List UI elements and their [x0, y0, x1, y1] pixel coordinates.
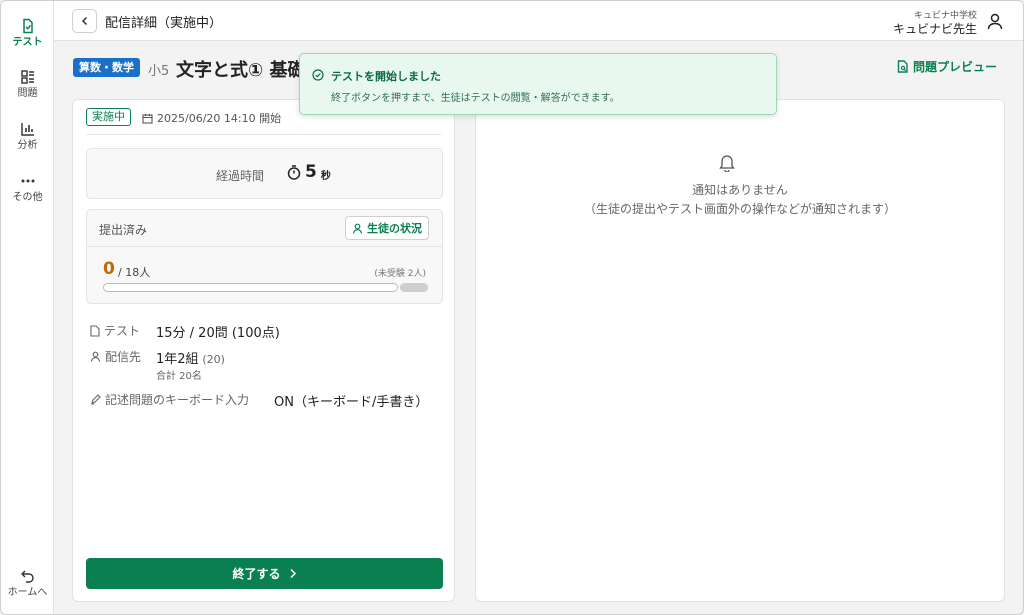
test-detail-panel: 実施中 2025/06/20 14:10 開始 経過時間 5 秒 提出済み 生徒…	[72, 99, 455, 602]
elapsed-value: 5 秒	[287, 162, 331, 182]
destination-values: 1年2組 (20) 合計 20名	[156, 348, 225, 382]
sidebar-item-label: その他	[12, 192, 43, 203]
document-icon	[90, 324, 100, 337]
keyboard-input-row: 記述問題のキーボード入力 ON（キーボード/手書き）	[90, 391, 428, 410]
sidebar-item-test[interactable]: テスト	[1, 18, 54, 49]
toast-message: 終了ボタンを押すまで、生徒はテストの閲覧・解答ができます。	[331, 93, 620, 104]
student-status-label: 生徒の状況	[367, 222, 422, 235]
sidebar-item-analysis[interactable]: 分析	[1, 121, 54, 152]
submission-progress-bar	[103, 283, 398, 292]
submission-header: 提出済み 生徒の状況	[87, 210, 442, 247]
submitted-total: / 18人	[118, 266, 151, 279]
check-circle-icon	[312, 69, 324, 81]
sidebar: テスト 問題 分析 その他 ホームへ	[1, 1, 54, 614]
test-info-value: 15分 / 20問 (100点)	[156, 326, 280, 341]
page-title: 配信詳細（実施中）	[105, 16, 223, 31]
more-dots-icon	[21, 179, 34, 183]
person-icon	[352, 223, 363, 234]
bell-icon	[719, 155, 735, 172]
sidebar-item-label: テスト	[12, 37, 43, 48]
elapsed-unit: 秒	[320, 170, 331, 182]
user-icon[interactable]	[987, 13, 1003, 30]
sidebar-item-questions[interactable]: 問題	[1, 69, 54, 100]
submitted-count: 0	[103, 259, 115, 279]
return-arrow-icon	[20, 570, 34, 583]
sidebar-item-label: 分析	[17, 140, 38, 151]
submission-label: 提出済み	[99, 223, 148, 237]
test-info-label-wrap: テスト	[90, 322, 156, 339]
bar-chart-icon	[20, 123, 34, 136]
test-info-label: テスト	[104, 324, 141, 338]
notification-panel: 通知はありません （生徒の提出やテスト画面外の操作などが通知されます）	[475, 99, 1005, 602]
destination-class: 1年2組	[156, 352, 199, 367]
notification-hint: （生徒の提出やテスト画面外の操作などが通知されます）	[583, 202, 896, 216]
questions-grid-icon	[20, 70, 34, 84]
chevron-left-icon	[81, 16, 87, 26]
empty-notification-text: 通知はありません	[692, 183, 788, 197]
test-check-icon	[22, 18, 33, 34]
calendar-icon	[142, 113, 153, 124]
absent-count: (未受験 2人)	[374, 269, 426, 279]
end-test-button[interactable]: 終了する	[86, 558, 443, 589]
home-button[interactable]: ホームへ	[1, 568, 54, 599]
back-button[interactable]	[72, 9, 97, 33]
keyboard-label: 記述問題のキーボード入力	[105, 393, 250, 407]
end-test-label: 終了する	[232, 567, 281, 581]
elapsed-time-box: 経過時間 5 秒	[86, 148, 443, 199]
home-label: ホームへ	[7, 587, 48, 598]
submission-box: 提出済み 生徒の状況 0 / 18人 (未受験 2人)	[86, 209, 443, 304]
chevron-right-icon	[289, 568, 296, 579]
sidebar-item-label: 問題	[17, 88, 38, 99]
keyboard-value: ON（キーボード/手書き）	[274, 395, 429, 410]
sidebar-item-more[interactable]: その他	[1, 173, 54, 204]
preview-label: 問題プレビュー	[912, 60, 997, 74]
top-header: 配信詳細（実施中） キュビナ中学校 キュビナビ先生	[54, 1, 1023, 41]
absent-progress-bar	[400, 283, 428, 292]
destination-row: 配信先 1年2組 (20) 合計 20名	[90, 348, 225, 382]
destination-total: 合計 20名	[156, 371, 202, 382]
student-status-button[interactable]: 生徒の状況	[345, 216, 429, 240]
success-toast: テストを開始しました 終了ボタンを押すまで、生徒はテストの閲覧・解答ができます。	[299, 53, 777, 115]
status-badge: 実施中	[86, 108, 131, 126]
start-time-text: 2025/06/20 14:10 開始	[157, 112, 282, 125]
question-preview-button[interactable]: 問題プレビュー	[897, 58, 997, 75]
elapsed-label: 経過時間	[216, 169, 265, 183]
destination-label: 配信先	[105, 350, 142, 364]
elapsed-seconds: 5	[305, 162, 317, 182]
test-info-row: テスト 15分 / 20問 (100点)	[90, 322, 280, 341]
document-search-icon	[897, 60, 908, 73]
teacher-name: キュビナビ先生	[892, 22, 977, 36]
stopwatch-icon	[287, 164, 301, 180]
toast-title: テストを開始しました	[331, 70, 441, 83]
grade-label: 小5	[148, 64, 170, 79]
subject-badge: 算数・数学	[73, 58, 140, 77]
person-icon	[90, 351, 101, 362]
test-title: 文字と式① 基礎	[176, 60, 306, 81]
destination-count: (20)	[202, 353, 225, 366]
pencil-icon	[91, 394, 101, 405]
app-window: テスト 問題 分析 その他 ホームへ 配信詳細（実施中） キュビナ中学校 キュビ…	[0, 0, 1024, 615]
keyboard-label-wrap: 記述問題のキーボード入力	[90, 391, 274, 408]
divider	[86, 134, 441, 135]
start-time: 2025/06/20 14:10 開始	[142, 110, 281, 126]
destination-label-wrap: 配信先	[90, 348, 156, 365]
